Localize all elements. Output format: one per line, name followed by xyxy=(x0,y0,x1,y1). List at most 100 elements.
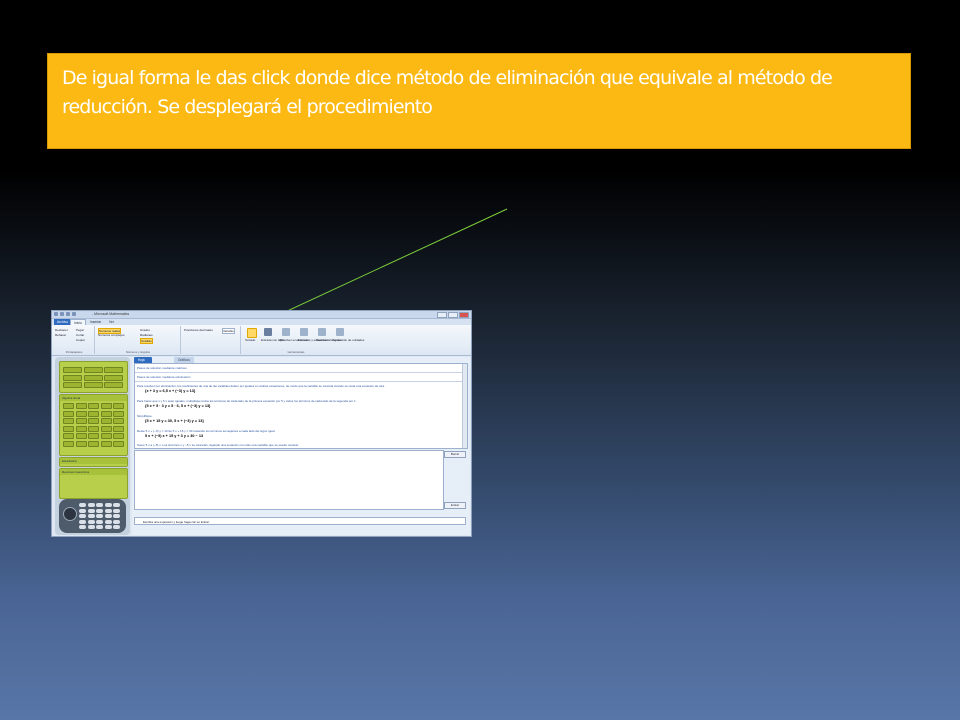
keypad-key[interactable] xyxy=(104,525,112,529)
triangle-icon[interactable] xyxy=(318,328,326,336)
calc-key[interactable] xyxy=(63,433,74,439)
calc-key[interactable] xyxy=(113,403,124,409)
calc-key[interactable] xyxy=(75,403,87,409)
calc-key[interactable] xyxy=(63,440,74,447)
calc-key[interactable] xyxy=(63,418,74,424)
calc-key[interactable] xyxy=(63,410,74,417)
keypad-key[interactable] xyxy=(87,519,95,524)
keypad-key[interactable] xyxy=(87,525,95,529)
save-icon[interactable] xyxy=(60,312,64,316)
calc-key[interactable] xyxy=(63,382,82,388)
keyboard-button[interactable]: Teclado xyxy=(245,338,255,342)
unit-conversion-button[interactable]: Conversión de unidades xyxy=(332,338,364,342)
calc-key[interactable] xyxy=(104,382,123,388)
calc-key[interactable] xyxy=(104,374,123,381)
keypad-key[interactable] xyxy=(104,503,112,507)
pen-input-icon[interactable] xyxy=(264,328,272,336)
keypad-key[interactable] xyxy=(79,525,86,529)
keypad-key[interactable] xyxy=(113,519,120,524)
calc-key[interactable] xyxy=(100,440,112,447)
keypad-key[interactable] xyxy=(79,514,86,518)
keypad-key[interactable] xyxy=(96,508,103,513)
expression-input[interactable] xyxy=(134,450,444,510)
radians-option[interactable]: Radianes xyxy=(140,333,153,337)
calc-key[interactable] xyxy=(63,403,74,409)
calc-key[interactable] xyxy=(83,382,103,388)
keypad-key[interactable] xyxy=(104,519,112,524)
calc-key[interactable] xyxy=(83,374,103,381)
keypad-key[interactable] xyxy=(96,514,103,518)
linear-algebra-header[interactable]: Álgebra lineal xyxy=(60,395,127,401)
calc-key[interactable] xyxy=(113,410,124,417)
calc-key[interactable] xyxy=(75,433,87,439)
calc-key[interactable] xyxy=(88,418,99,424)
unit-conversion-icon[interactable] xyxy=(336,328,344,336)
calc-key[interactable] xyxy=(63,367,82,373)
keypad-key[interactable] xyxy=(113,508,120,513)
calc-key[interactable] xyxy=(75,440,87,447)
keypad-key[interactable] xyxy=(96,519,103,524)
keypad-key[interactable] xyxy=(87,514,95,518)
tools-group: Teclado Entrada con lápiz Resolver ecuac… xyxy=(242,326,364,354)
keypad-key[interactable] xyxy=(96,503,103,507)
keypad-key[interactable] xyxy=(113,514,120,518)
generic-resources-header[interactable]: Recursos Genéricos xyxy=(60,469,127,475)
calc-key[interactable] xyxy=(88,410,99,417)
enter-button[interactable]: Entrar xyxy=(444,502,466,509)
keypad-key[interactable] xyxy=(87,508,95,513)
calc-key[interactable] xyxy=(88,425,99,432)
calc-key[interactable] xyxy=(100,425,112,432)
clear-button[interactable]: Borrar xyxy=(444,451,466,458)
keypad-key[interactable] xyxy=(79,519,86,524)
calc-key[interactable] xyxy=(113,440,124,447)
calc-key[interactable] xyxy=(63,425,74,432)
calc-key[interactable] xyxy=(100,410,112,417)
calc-key[interactable] xyxy=(100,418,112,424)
maximize-button[interactable] xyxy=(448,312,458,318)
calc-key[interactable] xyxy=(88,440,99,447)
calc-key[interactable] xyxy=(100,433,112,439)
elimination-steps-link[interactable]: Pasos de solución mediante eliminación xyxy=(137,375,190,379)
degrees-option[interactable]: Grados xyxy=(140,328,150,332)
keypad-key[interactable] xyxy=(79,503,86,507)
keypad-key[interactable] xyxy=(87,503,95,507)
solve-equations-icon[interactable] xyxy=(282,328,290,336)
keypad-key[interactable] xyxy=(96,525,103,529)
calc-key[interactable] xyxy=(104,367,123,373)
paste-button[interactable]: Pegar xyxy=(76,328,84,332)
redo-icon[interactable] xyxy=(72,312,76,316)
calc-key[interactable] xyxy=(88,433,99,439)
redo-button[interactable]: Rehacer xyxy=(55,333,66,337)
calc-key[interactable] xyxy=(75,418,87,424)
minimize-button[interactable] xyxy=(437,312,447,318)
keypad-key[interactable] xyxy=(79,508,86,513)
statistics-header[interactable]: Estadística xyxy=(60,458,127,464)
keyboard-icon[interactable] xyxy=(247,328,257,338)
calc-key[interactable] xyxy=(83,367,103,373)
matrix-steps-link[interactable]: Pasos de solución mediante matrices xyxy=(137,366,187,370)
numbers-label: Números y ángulos xyxy=(125,350,151,354)
decimals-select[interactable]: Variable xyxy=(222,328,235,334)
formulas-icon[interactable] xyxy=(300,328,308,336)
undo-icon[interactable] xyxy=(66,312,70,316)
steps-scrollbar[interactable] xyxy=(462,364,467,448)
cut-button[interactable]: Cortar xyxy=(76,333,84,337)
undo-button[interactable]: Deshacer xyxy=(55,328,68,332)
calc-key[interactable] xyxy=(100,403,112,409)
close-button[interactable] xyxy=(459,312,469,318)
calc-key[interactable] xyxy=(113,418,124,424)
dpad-icon[interactable] xyxy=(63,507,77,521)
copy-button[interactable]: Copiar xyxy=(76,338,85,342)
calc-key[interactable] xyxy=(75,425,87,432)
complex-numbers-option[interactable]: Números complejos xyxy=(98,333,125,337)
keypad-key[interactable] xyxy=(113,525,120,529)
keypad-key[interactable] xyxy=(104,514,112,518)
gradians-option[interactable]: Gradián xyxy=(140,338,153,344)
keypad-key[interactable] xyxy=(113,503,120,507)
calc-key[interactable] xyxy=(88,403,99,409)
calc-key[interactable] xyxy=(113,425,124,432)
keypad-key[interactable] xyxy=(104,508,112,513)
calc-key[interactable] xyxy=(75,410,87,417)
calc-key[interactable] xyxy=(113,433,124,439)
calc-key[interactable] xyxy=(63,374,82,381)
